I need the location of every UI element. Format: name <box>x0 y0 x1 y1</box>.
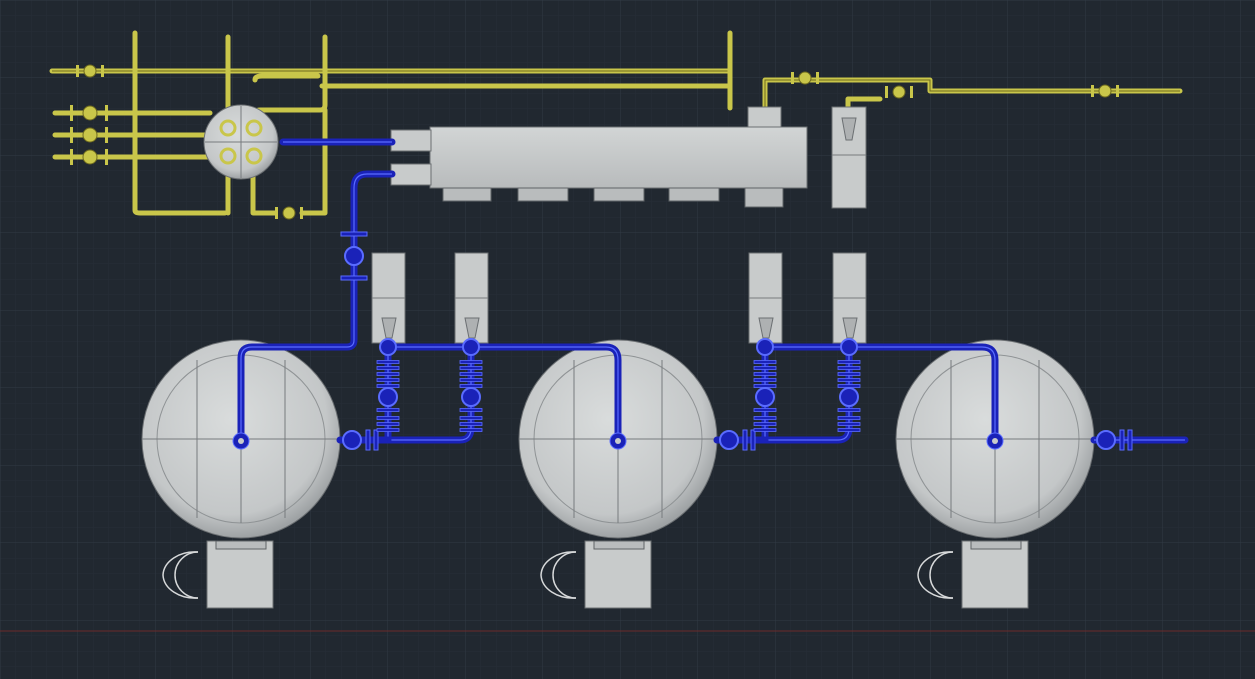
pump-unit-4[interactable] <box>832 252 867 344</box>
flange-icon <box>753 422 777 426</box>
flange-icon <box>459 416 483 420</box>
flange-icon <box>376 372 400 376</box>
flange-icon <box>753 360 777 364</box>
elbow-icon <box>379 338 397 356</box>
flange-icon <box>376 408 400 412</box>
flange-icon <box>376 366 400 370</box>
nozzle-icon <box>986 432 1004 450</box>
header-box[interactable] <box>390 126 808 208</box>
flange-icon <box>376 360 400 364</box>
pump-unit-1[interactable] <box>371 252 406 344</box>
elbow-icon <box>462 338 480 356</box>
distribution-drum[interactable] <box>203 104 279 180</box>
flange-icon <box>376 428 400 432</box>
nozzle-icon <box>609 432 627 450</box>
flange-icon <box>753 378 777 382</box>
flange-icon <box>376 416 400 420</box>
valve-icon[interactable] <box>378 387 398 407</box>
flange-icon <box>753 408 777 412</box>
flange-icon <box>753 372 777 376</box>
flange-icon <box>459 366 483 370</box>
flange-icon <box>459 378 483 382</box>
flange-icon <box>837 366 861 370</box>
flange-icon <box>376 378 400 382</box>
flange-icon <box>459 360 483 364</box>
valve-icon[interactable] <box>839 387 859 407</box>
flange-icon <box>837 360 861 364</box>
flange-icon <box>753 428 777 432</box>
pump-unit-3[interactable] <box>748 252 783 344</box>
flange-icon <box>753 366 777 370</box>
pump-unit-2[interactable] <box>454 252 489 344</box>
valve-icon[interactable] <box>461 387 481 407</box>
flange-icon <box>459 428 483 432</box>
flange-icon <box>837 408 861 412</box>
flange-icon <box>837 378 861 382</box>
flange-icon <box>376 422 400 426</box>
elbow-icon <box>756 338 774 356</box>
flange-icon <box>837 422 861 426</box>
cad-drawing-canvas[interactable] <box>0 0 1255 679</box>
flange-icon <box>459 422 483 426</box>
flange-icon <box>459 372 483 376</box>
nozzle-icon <box>232 432 250 450</box>
elbow-icon <box>840 338 858 356</box>
flange-icon <box>459 408 483 412</box>
flange-icon <box>753 416 777 420</box>
valve-icon[interactable] <box>755 387 775 407</box>
flange-icon <box>837 416 861 420</box>
flange-icon <box>837 428 861 432</box>
flange-icon <box>837 372 861 376</box>
